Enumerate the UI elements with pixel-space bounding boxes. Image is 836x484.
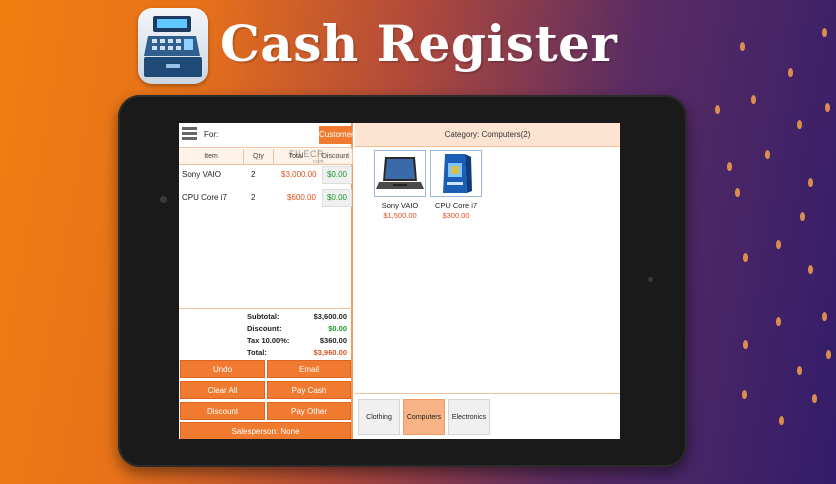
discount-value: $0.00	[328, 324, 347, 333]
product-name: CPU Core i7	[434, 201, 478, 210]
order-item-discount[interactable]: $0.00	[322, 189, 352, 207]
tablet-frame: For: Customer Item Qty Total Discount FI…	[118, 95, 687, 467]
order-item-discount[interactable]: $0.00	[322, 166, 352, 184]
column-header-item: Item	[179, 149, 244, 165]
watermark: FILECR .com	[289, 149, 324, 165]
product-price: $300.00	[442, 211, 470, 220]
category-button-clothing[interactable]: Clothing	[358, 399, 400, 435]
customer-button[interactable]: Customer	[319, 126, 354, 144]
order-item-total: $3,000.00	[281, 170, 317, 179]
column-header-qty: Qty	[244, 149, 274, 165]
category-button-electronics[interactable]: Electronics	[448, 399, 490, 435]
product-tile[interactable]: Sony VAIO $1,500.00	[374, 150, 426, 220]
category-button-computers[interactable]: Computers	[403, 399, 445, 435]
product-name: Sony VAIO	[381, 201, 419, 210]
tax-label: Tax 10.00%:	[247, 336, 290, 345]
order-item-name: Sony VAIO	[182, 170, 221, 179]
tablet-camera	[160, 196, 167, 203]
order-pane: For: Customer Item Qty Total Discount FI…	[179, 123, 354, 439]
undo-button[interactable]: Undo	[180, 360, 265, 378]
cpu-box-icon	[430, 150, 482, 197]
email-button[interactable]: Email	[267, 360, 351, 378]
watermark-sub: .com	[311, 159, 325, 165]
category-bar: Clothing Computers Electronics	[355, 393, 620, 439]
tax-value: $360.00	[319, 336, 347, 345]
total-label: Total:	[247, 348, 267, 357]
cash-register-app-icon	[138, 8, 208, 84]
clear-all-button[interactable]: Clear All	[180, 381, 265, 399]
product-price: $1,500.00	[383, 211, 417, 220]
banner-title: Cash Register	[220, 14, 618, 73]
order-item-name: CPU Core i7	[182, 193, 227, 202]
laptop-icon	[374, 150, 426, 197]
discount-button[interactable]: Discount	[180, 402, 265, 420]
total-value: $3,960.00	[313, 348, 347, 357]
catalog-pane: Category: Computers(2) Sony VAIO $1,500.…	[355, 123, 620, 439]
app-screen: For: Customer Item Qty Total Discount FI…	[179, 123, 620, 439]
discount-label: Discount:	[247, 324, 282, 333]
pay-other-button[interactable]: Pay Other	[267, 402, 351, 420]
hamburger-menu-icon[interactable]	[182, 127, 197, 143]
for-row: For: Customer	[179, 123, 354, 148]
for-label: For:	[204, 130, 219, 139]
watermark-text: FILECR	[289, 149, 325, 159]
tablet-sensor	[648, 277, 653, 282]
pay-cash-button[interactable]: Pay Cash	[267, 381, 351, 399]
promo-banner: { "banner": { "title": "Cash Register", …	[0, 0, 836, 484]
subtotal-value: $3,600.00	[313, 312, 347, 321]
order-item-qty: 2	[251, 170, 256, 179]
order-item-qty: 2	[251, 193, 256, 202]
product-tile[interactable]: CPU Core i7 $300.00	[430, 150, 482, 220]
totals-panel: Subtotal: $3,600.00 Discount: $0.00 Tax …	[179, 308, 353, 362]
column-header-discount: Discount	[319, 149, 353, 165]
category-header: Category: Computers(2)	[355, 123, 620, 147]
subtotal-label: Subtotal:	[247, 312, 280, 321]
salesperson-button[interactable]: Salesperson: None	[180, 422, 351, 439]
order-item-total: $600.00	[287, 193, 316, 202]
